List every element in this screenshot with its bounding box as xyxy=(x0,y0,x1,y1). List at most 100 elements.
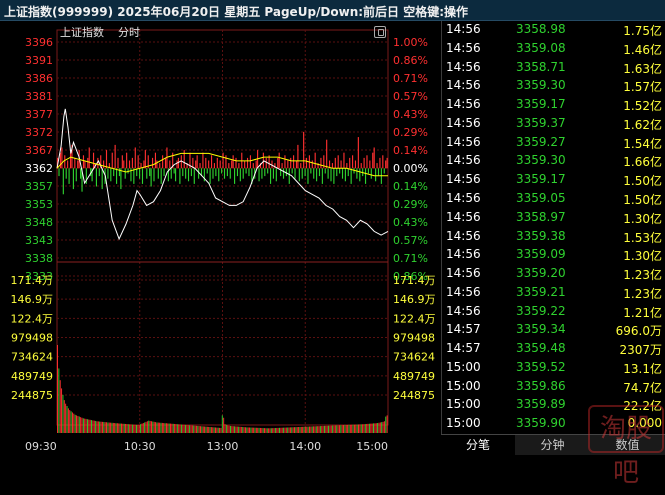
tick-row[interactable]: 14:56 3359.22 1.21亿 xyxy=(442,304,665,322)
time-tick-label: 09:30 xyxy=(25,440,57,453)
buy-sell-bar xyxy=(238,163,240,169)
buy-sell-bar xyxy=(369,160,371,169)
buy-sell-bar xyxy=(175,168,177,182)
volume-bar xyxy=(116,423,118,433)
volume-tick-label-right: 734624 xyxy=(393,351,435,364)
tick-row[interactable]: 14:56 3359.08 1.46亿 xyxy=(442,41,665,59)
buy-sell-bar xyxy=(356,168,358,179)
volume-bar xyxy=(212,427,214,433)
tick-row[interactable]: 14:56 3359.09 1.30亿 xyxy=(442,247,665,265)
buy-sell-bar xyxy=(307,168,309,184)
volume-bar xyxy=(118,423,120,433)
volume-bar xyxy=(257,427,259,433)
buy-sell-bar xyxy=(386,157,388,169)
tick-row[interactable]: 14:56 3359.21 1.23亿 xyxy=(442,285,665,303)
buy-sell-bar xyxy=(128,160,131,169)
tick-row[interactable]: 14:56 3359.17 1.50亿 xyxy=(442,172,665,190)
price-tick-label: 3377 xyxy=(25,108,53,121)
pct-tick-label: 0.14% xyxy=(393,144,428,157)
buy-sell-bar xyxy=(82,155,85,169)
tick-row[interactable]: 14:56 3359.05 1.50亿 xyxy=(442,191,665,209)
pct-tick-label: 0.57% xyxy=(393,90,428,103)
volume-bar xyxy=(332,425,334,433)
volume-bar xyxy=(265,428,267,433)
tick-price: 3359.21 xyxy=(516,284,566,299)
buy-sell-bar xyxy=(150,168,152,187)
time-tick-label: 10:30 xyxy=(124,440,156,453)
tick-row[interactable]: 14:56 3358.71 1.63亿 xyxy=(442,60,665,78)
volume-bar xyxy=(100,421,102,433)
tick-row[interactable]: 15:00 3359.86 74.7亿 xyxy=(442,379,665,397)
price-tick-label: 3396 xyxy=(25,36,53,49)
volume-bar xyxy=(298,427,300,433)
buy-sell-bar xyxy=(213,163,216,169)
buy-sell-bar xyxy=(344,168,346,182)
volume-bar xyxy=(134,424,136,433)
intraday-chart[interactable]: 3396 1.00% 3391 0.86% 3386 0.71% 3381 0.57% 3377… xyxy=(0,21,440,454)
buy-sell-bar xyxy=(382,155,384,169)
volume-bar xyxy=(149,420,151,433)
tick-row[interactable]: 14:56 3359.17 1.52亿 xyxy=(442,97,665,115)
volume-bar xyxy=(138,424,140,433)
tick-row[interactable]: 14:56 3359.38 1.53亿 xyxy=(442,229,665,247)
tab-minutes[interactable]: 分钟 xyxy=(515,435,590,455)
tick-row[interactable]: 14:56 3358.98 1.75亿 xyxy=(442,22,665,40)
volume-bar xyxy=(344,425,346,433)
tick-volume: 1.52亿 xyxy=(623,99,662,114)
volume-bar xyxy=(247,427,249,433)
tick-volume: 74.7亿 xyxy=(623,380,662,395)
tick-price: 3359.05 xyxy=(516,190,566,205)
volume-tick-label: 979498 xyxy=(11,332,53,345)
chart-settings-icon[interactable] xyxy=(374,26,386,38)
buy-sell-bar xyxy=(153,168,155,182)
volume-bar xyxy=(235,426,237,433)
tick-row[interactable]: 14:56 3359.37 1.62亿 xyxy=(442,116,665,134)
tab-ticks[interactable]: 分笔 xyxy=(441,435,515,455)
tick-row[interactable]: 14:56 3359.27 1.54亿 xyxy=(442,135,665,153)
volume-bar xyxy=(362,424,364,433)
buy-sell-bar xyxy=(347,168,349,177)
volume-bar xyxy=(272,428,274,433)
buy-sell-bar xyxy=(261,168,263,179)
volume-bar xyxy=(63,400,65,433)
buy-sell-bar xyxy=(62,168,64,195)
panel-mode[interactable]: 分时 xyxy=(118,26,140,39)
buy-sell-bar xyxy=(244,160,246,169)
tick-time: 15:00 xyxy=(446,416,481,431)
buy-sell-bar xyxy=(65,168,67,179)
tick-row[interactable]: 14:56 3359.30 1.57亿 xyxy=(442,78,665,96)
volume-bar xyxy=(340,425,342,433)
buy-sell-bar xyxy=(160,168,162,184)
tick-row[interactable]: 14:56 3359.30 1.66亿 xyxy=(442,153,665,171)
volume-bar xyxy=(123,423,125,433)
tick-time: 14:56 xyxy=(446,190,481,205)
tick-row[interactable]: 14:56 3359.20 1.23亿 xyxy=(442,266,665,284)
volume-bar xyxy=(314,426,316,433)
volume-bar xyxy=(321,426,323,433)
volume-bar xyxy=(220,427,222,433)
volume-bar xyxy=(126,424,128,433)
pct-tick-label: 1.00% xyxy=(393,36,428,49)
tick-time: 14:56 xyxy=(446,115,481,130)
buy-sell-bar xyxy=(59,152,62,169)
buy-sell-bar xyxy=(234,168,236,184)
buy-sell-bar xyxy=(331,163,334,169)
price-tick-label: 3391 xyxy=(25,54,53,67)
volume-bar xyxy=(81,417,83,433)
volume-bar xyxy=(379,422,381,433)
buy-sell-bar xyxy=(357,137,359,169)
tick-row[interactable]: 14:56 3358.97 1.30亿 xyxy=(442,210,665,228)
tick-row[interactable]: 14:57 3359.34 696.0万 xyxy=(442,322,665,340)
tick-list[interactable]: 14:56 3358.98 1.75亿 14:56 3359.08 1.46亿 14:56 3… xyxy=(441,21,665,434)
tick-row[interactable]: 15:00 3359.52 13.1亿 xyxy=(442,360,665,378)
volume-bar xyxy=(178,424,180,433)
buy-sell-bar xyxy=(310,168,312,174)
volume-tick-label: 122.4万 xyxy=(11,312,54,325)
volume-bar xyxy=(93,420,95,433)
volume-bar xyxy=(367,423,369,433)
tick-row[interactable]: 14:57 3359.48 2307万 xyxy=(442,341,665,359)
pct-tick-label: 0.86% xyxy=(393,54,428,67)
volume-bar xyxy=(283,427,285,433)
volume-bar xyxy=(381,422,383,433)
volume-bar xyxy=(204,426,206,433)
